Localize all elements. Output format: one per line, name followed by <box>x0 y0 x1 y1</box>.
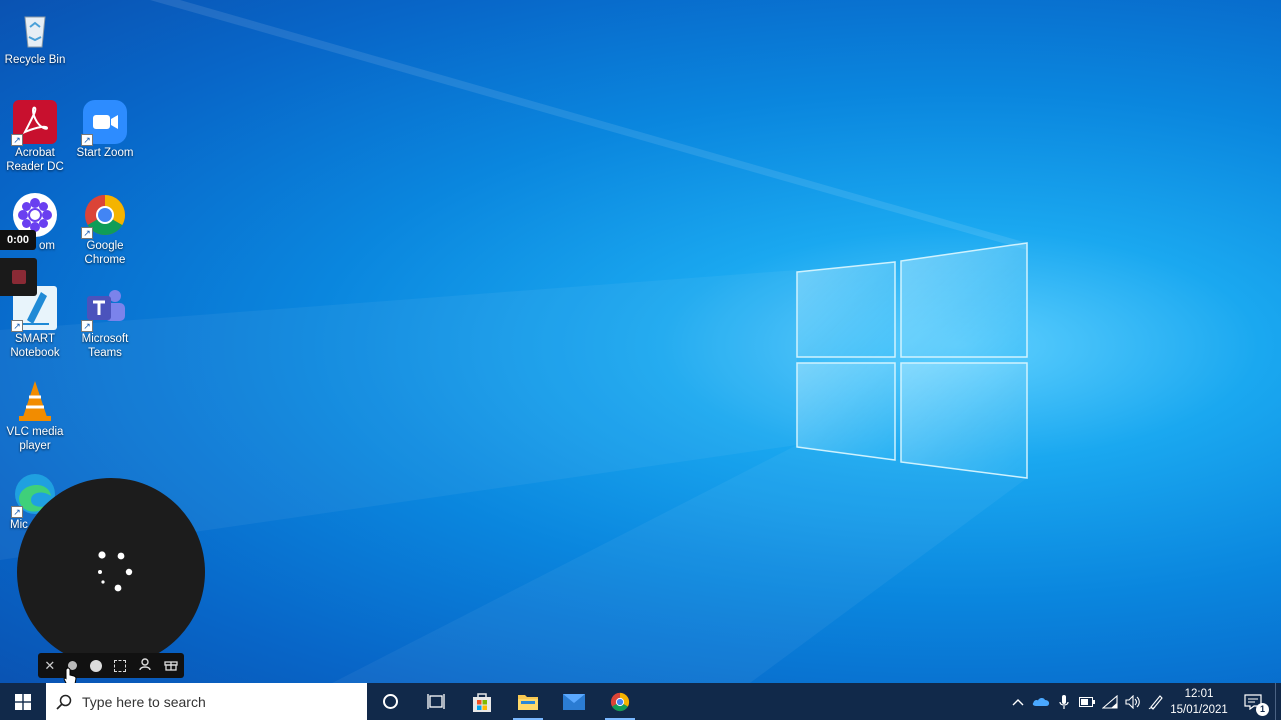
record-dot-icon[interactable] <box>89 659 102 672</box>
microsoft-store-button[interactable] <box>459 683 505 720</box>
loading-spinner-icon <box>98 551 133 592</box>
start-icon <box>15 693 31 710</box>
recorder-toolbar: ✕ <box>38 653 184 678</box>
vlc-shortcut[interactable]: VLC media player <box>0 379 70 453</box>
acrobat-reader-shortcut[interactable]: ↗ Acrobat Reader DC <box>0 100 70 174</box>
teams-icon: ↗ <box>81 286 127 332</box>
chrome-icon: ↗ <box>81 193 127 239</box>
cortana-icon <box>382 694 398 709</box>
pen-icon[interactable] <box>1144 683 1167 720</box>
system-tray: 12:01 15/01/2021 1 <box>1006 683 1281 720</box>
chrome-taskbar-button[interactable] <box>597 683 643 720</box>
desktop-icon-label: SMART Notebook <box>10 333 60 359</box>
recycle-bin-shortcut[interactable]: Recycle Bin <box>0 7 70 67</box>
taskbar-search-box[interactable]: Type here to search <box>46 683 367 720</box>
desktop-icon-label: Google Chrome <box>84 240 126 266</box>
start-button[interactable] <box>0 683 46 720</box>
search-icon <box>56 694 72 710</box>
action-center-button[interactable]: 1 <box>1231 683 1275 720</box>
desktop-icon-label: Acrobat Reader DC <box>6 147 64 173</box>
fullscreen-icon[interactable] <box>114 659 127 672</box>
mail-icon <box>563 693 585 710</box>
stop-icon[interactable] <box>12 270 26 284</box>
smart-notebook-shortcut[interactable]: ↗ SMART Notebook <box>0 286 70 360</box>
search-placeholder: Type here to search <box>82 693 206 710</box>
desktop-icon-label: VLC media player <box>6 426 64 452</box>
desktop-icon-label: Start Zoom <box>76 147 134 159</box>
recycle-bin-icon <box>13 7 57 51</box>
desktop-icon-label: Microsoft Teams <box>81 333 129 359</box>
chevron-up-icon[interactable] <box>1006 683 1029 720</box>
gift-icon[interactable] <box>163 658 178 674</box>
onedrive-icon[interactable] <box>1029 683 1052 720</box>
webcam-bubble[interactable] <box>17 478 205 666</box>
store-icon <box>473 692 491 712</box>
microphone-icon[interactable] <box>1052 683 1075 720</box>
close-icon[interactable]: ✕ <box>44 658 55 674</box>
recording-stop-panel[interactable] <box>0 258 37 296</box>
battery-icon[interactable] <box>1075 683 1098 720</box>
notification-badge: 1 <box>1256 703 1269 716</box>
recording-timer: 0:00 <box>0 230 36 250</box>
cortana-button[interactable] <box>367 683 413 720</box>
file-explorer-button[interactable] <box>505 683 551 720</box>
file-explorer-icon <box>518 694 538 710</box>
task-view-button[interactable] <box>413 683 459 720</box>
clock-date: 15/01/2021 <box>1170 703 1228 716</box>
chrome-icon <box>610 692 630 711</box>
mail-button[interactable] <box>551 683 597 720</box>
clock-time: 12:01 <box>1184 687 1214 700</box>
task-view-icon <box>427 694 445 709</box>
taskbar-clock[interactable]: 12:01 15/01/2021 <box>1167 686 1231 718</box>
volume-icon[interactable] <box>1121 683 1144 720</box>
google-chrome-shortcut[interactable]: ↗ Google Chrome <box>70 193 140 267</box>
desktop-icon-label: Recycle Bin <box>4 54 66 66</box>
start-zoom-shortcut[interactable]: ↗ Start Zoom <box>70 100 140 160</box>
zoom-icon: ↗ <box>81 100 127 146</box>
wifi-icon[interactable] <box>1098 683 1121 720</box>
windows-logo <box>796 242 1028 479</box>
vlc-cone-icon <box>13 379 57 423</box>
acrobat-icon: ↗ <box>11 100 57 146</box>
person-icon[interactable] <box>139 657 151 674</box>
show-desktop-button[interactable] <box>1275 683 1281 720</box>
microsoft-teams-shortcut[interactable]: ↗ Microsoft Teams <box>70 286 140 360</box>
taskbar: Type here to search 12:01 15/01/2021 1 <box>0 683 1281 720</box>
